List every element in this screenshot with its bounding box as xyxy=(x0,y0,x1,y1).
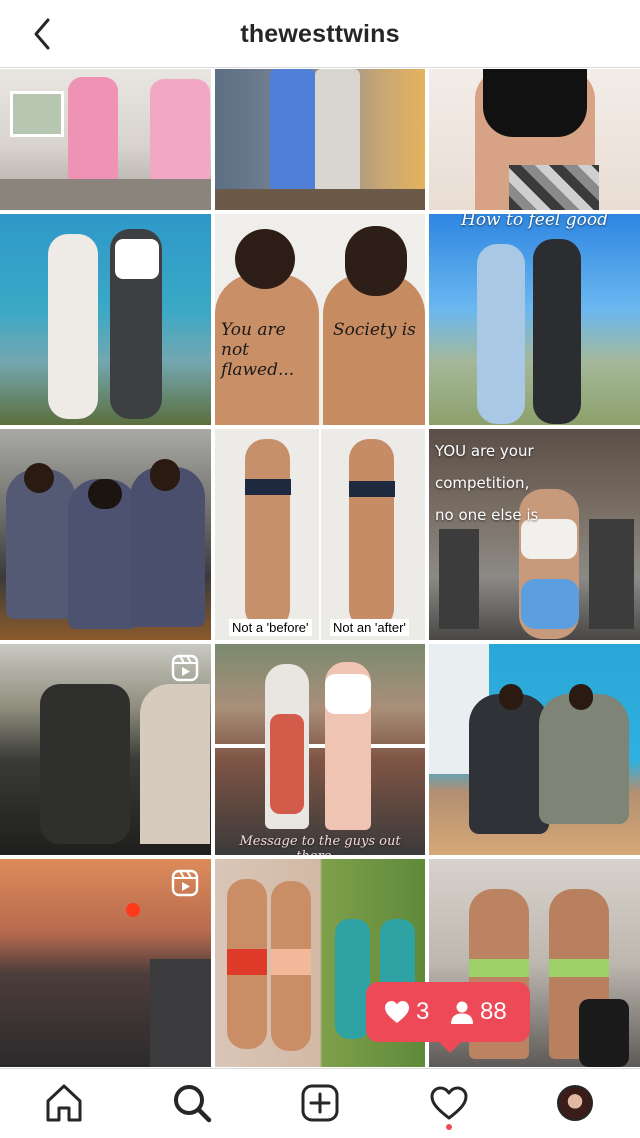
likes-count-group: 3 xyxy=(384,982,429,1042)
caption-line: competition, xyxy=(435,474,530,492)
caption-line: YOU are your xyxy=(435,442,534,460)
likes-count: 3 xyxy=(416,998,430,1025)
post-tile[interactable]: Not a 'before' Not an 'after' xyxy=(215,429,425,640)
explore-grid: You are not flawed... Society is How to … xyxy=(0,69,640,1067)
post-tag: Not a 'before' xyxy=(229,619,312,636)
heart-outline-icon xyxy=(430,1086,468,1120)
post-tile[interactable] xyxy=(215,69,425,210)
activity-button[interactable] xyxy=(427,1081,471,1125)
post-tile[interactable] xyxy=(429,69,640,210)
activity-indicator-dot xyxy=(446,1124,452,1130)
post-caption: Message to the guys out there... xyxy=(239,834,401,855)
search-icon xyxy=(174,1085,212,1123)
followers-count: 88 xyxy=(480,998,507,1025)
person-icon xyxy=(451,1001,473,1024)
post-tile[interactable]: You are not flawed... Society is xyxy=(215,214,425,425)
post-tile[interactable] xyxy=(0,859,211,1067)
post-tag: Not an 'after' xyxy=(330,619,409,636)
search-button[interactable] xyxy=(170,1081,214,1125)
activity-notification-bubble[interactable]: 3 88 xyxy=(366,982,530,1053)
post-tile[interactable] xyxy=(0,429,211,640)
post-tile[interactable] xyxy=(0,214,211,425)
profile-username-title: thewesttwins xyxy=(240,20,400,48)
new-post-button[interactable] xyxy=(298,1081,342,1125)
post-tile[interactable]: Message to the guys out there... xyxy=(215,644,425,855)
followers-count-group: 88 xyxy=(450,982,507,1042)
post-caption: How to feel good xyxy=(461,214,608,230)
post-tile[interactable] xyxy=(0,69,211,210)
top-bar: thewesttwins xyxy=(0,0,640,68)
post-caption: Society is xyxy=(333,320,416,340)
post-caption: You are not flawed... xyxy=(221,320,295,380)
new-post-icon xyxy=(301,1084,339,1122)
post-tile[interactable]: How to feel good xyxy=(429,214,640,425)
post-tile[interactable] xyxy=(429,644,640,855)
home-button[interactable] xyxy=(42,1081,86,1125)
profile-avatar[interactable] xyxy=(557,1085,593,1121)
home-icon xyxy=(46,1084,82,1122)
caption-line: no one else is xyxy=(435,506,539,524)
post-caption: YOU are your competition, no one else is xyxy=(435,435,538,531)
heart-icon xyxy=(385,1001,409,1023)
post-tile[interactable]: YOU are your competition, no one else is xyxy=(429,429,640,640)
bottom-navigation xyxy=(0,1068,640,1138)
post-tile[interactable] xyxy=(0,644,211,855)
reel-icon xyxy=(171,654,199,682)
reel-icon xyxy=(171,869,199,897)
